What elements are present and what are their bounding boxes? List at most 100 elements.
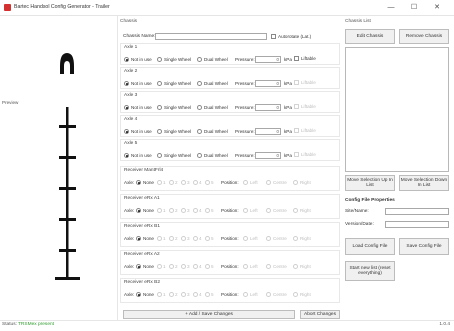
abort-changes-button[interactable]: Abort Changes <box>300 310 340 319</box>
axle-option-radio[interactable] <box>181 236 186 241</box>
pressure-input[interactable]: 0 <box>255 56 281 63</box>
axle-option-radio[interactable] <box>157 264 162 269</box>
pressure-input[interactable]: 0 <box>255 104 281 111</box>
axle-option-label: 5 <box>211 208 214 213</box>
autorotate-checkbox[interactable] <box>271 34 276 39</box>
position-centre-radio[interactable] <box>266 208 271 213</box>
start-new-list-button[interactable]: Start new list (reset everything) <box>345 261 395 281</box>
position-left-radio[interactable] <box>243 236 248 241</box>
move-up-button[interactable]: Move Selection Up In List <box>345 175 395 191</box>
axle-option-label: 1 <box>163 292 166 297</box>
pressure-input[interactable]: 0 <box>255 128 281 135</box>
axle-option-radio[interactable] <box>193 264 198 269</box>
axle-option-radio[interactable] <box>193 208 198 213</box>
liftable-checkbox[interactable] <box>294 128 299 133</box>
axle-option-radio[interactable] <box>193 180 198 185</box>
not-in-use-radio[interactable] <box>124 81 129 86</box>
site-name-input[interactable] <box>385 208 449 215</box>
minimize-button[interactable]: — <box>382 2 400 13</box>
axle-none-radio[interactable] <box>136 180 141 185</box>
axle-option-label: 3 <box>187 236 190 241</box>
pressure-input[interactable]: 0 <box>255 80 281 87</box>
dual-wheel-radio[interactable] <box>197 81 202 86</box>
axle-option-radio[interactable] <box>181 292 186 297</box>
position-right-radio[interactable] <box>293 208 298 213</box>
dual-wheel-radio[interactable] <box>197 129 202 134</box>
dual-wheel-radio[interactable] <box>197 57 202 62</box>
axle-option-radio[interactable] <box>169 292 174 297</box>
liftable-label: Liftable <box>301 128 316 133</box>
axle-option-radio[interactable] <box>169 180 174 185</box>
position-right-radio[interactable] <box>293 236 298 241</box>
axle-option-radio[interactable] <box>193 236 198 241</box>
axle-none-radio[interactable] <box>136 236 141 241</box>
liftable-checkbox[interactable] <box>294 104 299 109</box>
axle-option-radio[interactable] <box>169 236 174 241</box>
axle-group-2: Axle 2 Not in use Single Wheel Dual Whee… <box>120 67 340 89</box>
position-left-radio[interactable] <box>243 208 248 213</box>
single-wheel-label: Single Wheel <box>164 81 192 86</box>
axle-option-radio[interactable] <box>181 208 186 213</box>
axle-option-radio[interactable] <box>169 264 174 269</box>
maximize-button[interactable]: ☐ <box>405 2 423 13</box>
position-centre-radio[interactable] <box>266 236 271 241</box>
not-in-use-radio[interactable] <box>124 129 129 134</box>
move-down-button[interactable]: Move Selection Down In List <box>399 175 449 191</box>
position-right-radio[interactable] <box>293 180 298 185</box>
add-save-changes-button[interactable]: + Add / Save Changes <box>123 310 295 319</box>
load-config-button[interactable]: Load Config File <box>345 238 395 255</box>
axle-option-radio[interactable] <box>157 292 162 297</box>
chassis-name-input[interactable] <box>155 33 267 40</box>
axle-option-radio[interactable] <box>157 180 162 185</box>
position-left-radio[interactable] <box>243 180 248 185</box>
liftable-checkbox[interactable] <box>294 80 299 85</box>
axle-option-radio[interactable] <box>181 264 186 269</box>
liftable-label: Liftable <box>301 104 316 109</box>
axle-option-radio[interactable] <box>205 180 210 185</box>
not-in-use-radio[interactable] <box>124 57 129 62</box>
position-centre-radio[interactable] <box>266 180 271 185</box>
position-centre-radio[interactable] <box>266 292 271 297</box>
axle-none-radio[interactable] <box>136 292 141 297</box>
axle-option-radio[interactable] <box>205 264 210 269</box>
axle-option-radio[interactable] <box>193 292 198 297</box>
remove-chassis-button[interactable]: Remove Chassis <box>399 29 449 44</box>
chassis-listbox[interactable] <box>345 47 449 172</box>
single-wheel-radio[interactable] <box>157 105 162 110</box>
close-button[interactable]: ✕ <box>428 2 446 13</box>
single-wheel-radio[interactable] <box>157 57 162 62</box>
position-left-radio[interactable] <box>243 292 248 297</box>
liftable-checkbox[interactable] <box>294 152 299 157</box>
dual-wheel-radio[interactable] <box>197 153 202 158</box>
position-centre-radio[interactable] <box>266 264 271 269</box>
axle-bar-5 <box>59 249 76 252</box>
position-right-radio[interactable] <box>293 292 298 297</box>
axle-option-radio[interactable] <box>205 208 210 213</box>
position-right-radio[interactable] <box>293 264 298 269</box>
axle-none-radio[interactable] <box>136 264 141 269</box>
axle-none-radio[interactable] <box>136 208 141 213</box>
pressure-input[interactable]: 0 <box>255 152 281 159</box>
axle-option-radio[interactable] <box>205 292 210 297</box>
axle-select-label: Axle: <box>124 292 135 297</box>
not-in-use-radio[interactable] <box>124 105 129 110</box>
position-left-radio[interactable] <box>243 264 248 269</box>
status-label: Status: <box>2 322 17 327</box>
version-date-input[interactable] <box>385 221 449 228</box>
edit-chassis-button[interactable]: Edit Chassis <box>345 29 395 44</box>
single-wheel-radio[interactable] <box>157 81 162 86</box>
save-config-button[interactable]: Save Config File <box>399 238 449 255</box>
not-in-use-radio[interactable] <box>124 153 129 158</box>
status-separator <box>0 320 454 321</box>
liftable-checkbox[interactable] <box>294 56 299 61</box>
axle-option-radio[interactable] <box>157 208 162 213</box>
dual-wheel-label: Dual Wheel <box>204 81 228 86</box>
axle-option-radio[interactable] <box>169 208 174 213</box>
single-wheel-radio[interactable] <box>157 129 162 134</box>
single-wheel-radio[interactable] <box>157 153 162 158</box>
axle-option-radio[interactable] <box>205 236 210 241</box>
axle-option-radio[interactable] <box>181 180 186 185</box>
axle-option-radio[interactable] <box>157 236 162 241</box>
dual-wheel-radio[interactable] <box>197 105 202 110</box>
axle-option-label: 2 <box>175 236 178 241</box>
